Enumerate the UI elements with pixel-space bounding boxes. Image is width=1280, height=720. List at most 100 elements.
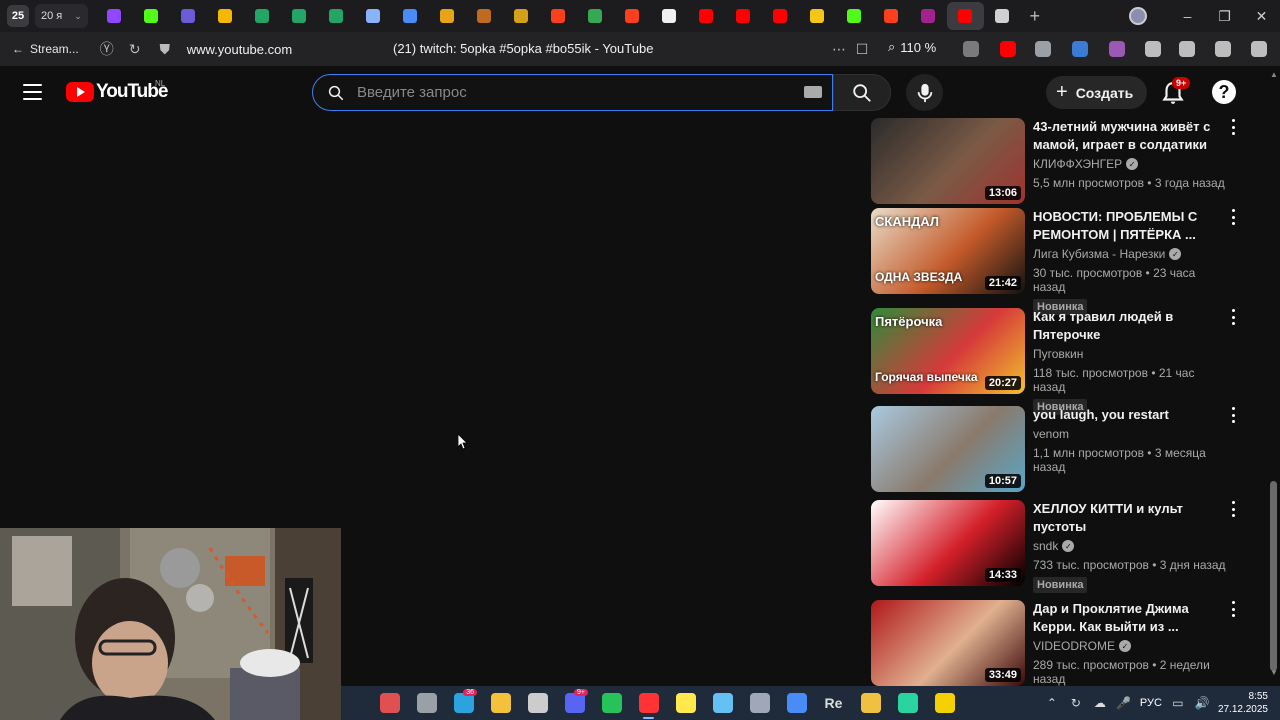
browser-tab[interactable] bbox=[540, 2, 577, 30]
browser-tab[interactable] bbox=[799, 2, 836, 30]
cloud-icon[interactable]: ☁ bbox=[1092, 695, 1108, 711]
browser-tab[interactable] bbox=[984, 2, 1021, 30]
audio-extension-icon[interactable] bbox=[1069, 38, 1091, 60]
clock[interactable]: 8:55 27.12.2025 bbox=[1218, 690, 1268, 716]
video-thumbnail[interactable]: Пятёрочка Горячая выпечка 20:27 bbox=[871, 308, 1025, 394]
back-button[interactable]: ← Stream... bbox=[12, 42, 79, 56]
calendar-app-icon[interactable] bbox=[371, 686, 408, 720]
recommended-video[interactable]: 13:06 43-летний мужчина живёт с мамой, иг… bbox=[871, 118, 1261, 208]
channel-name[interactable]: venom bbox=[1033, 427, 1227, 441]
store-app-icon[interactable] bbox=[889, 686, 926, 720]
reaper-app-icon[interactable]: Re bbox=[815, 686, 852, 720]
browser-tab[interactable] bbox=[355, 2, 392, 30]
minimize-button[interactable]: – bbox=[1169, 0, 1206, 32]
browser-tab[interactable] bbox=[96, 2, 133, 30]
video-extension-icon[interactable] bbox=[1176, 38, 1198, 60]
green-app-icon[interactable] bbox=[593, 686, 630, 720]
keyboard-icon[interactable] bbox=[804, 86, 822, 98]
video-title[interactable]: Как я травил людей в Пятерочке bbox=[1033, 308, 1227, 344]
star-app-icon[interactable] bbox=[852, 686, 889, 720]
browser-tab[interactable] bbox=[170, 2, 207, 30]
channel-name[interactable]: VIDEODROME ✓ bbox=[1033, 639, 1227, 653]
video-thumbnail[interactable]: 13:06 bbox=[871, 118, 1025, 204]
recommended-video[interactable]: СКАНДАЛ ОДНА ЗВЕЗДА 21:42 НОВОСТИ: ПРОБЛЕМЫ… bbox=[871, 208, 1261, 315]
zoom-indicator[interactable]: ⌕ 110 % bbox=[888, 39, 936, 55]
steam-app-icon[interactable] bbox=[704, 686, 741, 720]
search-input[interactable] bbox=[357, 84, 777, 101]
chrome-app-icon[interactable] bbox=[778, 686, 815, 720]
cube-extension-icon[interactable] bbox=[1212, 38, 1234, 60]
notes-app-icon[interactable] bbox=[667, 686, 704, 720]
browser-tab[interactable] bbox=[873, 2, 910, 30]
youtube-logo[interactable]: YouTube bbox=[66, 81, 168, 103]
more-actions-icon[interactable] bbox=[1229, 308, 1237, 326]
browser-tab[interactable] bbox=[577, 2, 614, 30]
tab-group[interactable]: 20 я ⌄ bbox=[35, 4, 88, 28]
page-scrollbar[interactable]: ▲ ▼ bbox=[1268, 66, 1280, 686]
puzzle-extension-icon[interactable] bbox=[1142, 38, 1164, 60]
download-icon[interactable] bbox=[1248, 38, 1270, 60]
purple-extension-icon[interactable] bbox=[1106, 38, 1128, 60]
volume-icon[interactable]: 🔊 bbox=[1194, 695, 1210, 711]
browser-tab[interactable] bbox=[946, 2, 984, 30]
printer-extension-icon[interactable] bbox=[1032, 38, 1054, 60]
channel-name[interactable]: КЛИФФХЭНГЕР ✓ bbox=[1033, 157, 1227, 171]
window-app-icon[interactable] bbox=[408, 686, 445, 720]
display-icon[interactable]: ▭ bbox=[1170, 695, 1186, 711]
menu-icon[interactable] bbox=[23, 84, 42, 100]
profile-icon[interactable] bbox=[1129, 7, 1147, 25]
browser-tab[interactable] bbox=[762, 2, 799, 30]
reload-icon[interactable]: ↻ bbox=[121, 35, 149, 63]
browser-tab[interactable] bbox=[244, 2, 281, 30]
scroll-up-arrow[interactable]: ▲ bbox=[1270, 70, 1278, 79]
explorer-app-icon[interactable] bbox=[482, 686, 519, 720]
new-tab-button[interactable]: + bbox=[1021, 2, 1049, 30]
telegram-app-icon[interactable]: 36 bbox=[445, 686, 482, 720]
discord-app-icon[interactable]: 9+ bbox=[556, 686, 593, 720]
search-button[interactable] bbox=[833, 74, 891, 111]
close-button[interactable]: ✕ bbox=[1243, 0, 1280, 32]
video-title[interactable]: НОВОСТИ: ПРОБЛЕМЫ С РЕМОНТОМ | ПЯТЁРКА .… bbox=[1033, 208, 1227, 244]
browser-tab[interactable] bbox=[281, 2, 318, 30]
video-title[interactable]: you laugh, you restart bbox=[1033, 406, 1227, 424]
browser-tab[interactable] bbox=[466, 2, 503, 30]
site-info-icon[interactable]: ⛊ bbox=[151, 35, 179, 63]
recommended-video[interactable]: 14:33 ХЕЛЛОУ КИТТИ и культ пустоты sndk ✓ 73… bbox=[871, 500, 1261, 593]
channel-name[interactable]: sndk ✓ bbox=[1033, 539, 1227, 553]
recommended-video[interactable]: 33:49 Дар и Проклятие Джима Керри. Как вы… bbox=[871, 600, 1261, 686]
browser-tab[interactable] bbox=[429, 2, 466, 30]
voice-search-button[interactable] bbox=[906, 74, 943, 111]
video-thumbnail[interactable]: 33:49 bbox=[871, 600, 1025, 686]
more-actions-icon[interactable] bbox=[1229, 500, 1237, 518]
scroll-thumb[interactable] bbox=[1270, 481, 1277, 671]
video-title[interactable]: ХЕЛЛОУ КИТТИ и культ пустоты bbox=[1033, 500, 1227, 536]
more-actions-icon[interactable] bbox=[1229, 208, 1237, 226]
bookmark-icon[interactable]: ☐ bbox=[848, 35, 876, 63]
recommended-video[interactable]: Пятёрочка Горячая выпечка 20:27 Как я трави… bbox=[871, 308, 1261, 415]
browser-tab[interactable] bbox=[614, 2, 651, 30]
more-actions-icon[interactable] bbox=[1229, 600, 1237, 618]
video-title[interactable]: Дар и Проклятие Джима Керри. Как выйти и… bbox=[1033, 600, 1227, 636]
abp-extension-icon[interactable] bbox=[960, 38, 982, 60]
browser-tab[interactable] bbox=[836, 2, 873, 30]
scroll-down-arrow[interactable]: ▼ bbox=[1270, 668, 1278, 677]
browser-tab[interactable] bbox=[392, 2, 429, 30]
video-thumbnail[interactable]: СКАНДАЛ ОДНА ЗВЕЗДА 21:42 bbox=[871, 208, 1025, 294]
video-thumbnail[interactable]: 14:33 bbox=[871, 500, 1025, 586]
browser-tab[interactable] bbox=[688, 2, 725, 30]
browser-tab[interactable] bbox=[318, 2, 355, 30]
bottle-app-icon[interactable] bbox=[926, 686, 963, 720]
browser-tab[interactable] bbox=[725, 2, 762, 30]
yandex-browser-app-icon[interactable] bbox=[630, 686, 667, 720]
video-thumbnail[interactable]: 10:57 bbox=[871, 406, 1025, 492]
sync-icon[interactable]: ↻ bbox=[1068, 695, 1084, 711]
help-icon[interactable]: ? bbox=[1212, 80, 1236, 104]
browser-tab[interactable] bbox=[133, 2, 170, 30]
more-actions-icon[interactable] bbox=[1229, 406, 1237, 424]
microphone-icon[interactable]: 🎤 bbox=[1116, 695, 1132, 711]
chevron-up-icon[interactable]: ⌃ bbox=[1044, 695, 1060, 711]
yandex-protect-icon[interactable]: Ⓨ bbox=[93, 35, 121, 63]
channel-name[interactable]: Лига Кубизма - Нарезки ✓ bbox=[1033, 247, 1227, 261]
restore-button[interactable]: ❐ bbox=[1206, 0, 1243, 32]
settings-app-icon[interactable] bbox=[741, 686, 778, 720]
